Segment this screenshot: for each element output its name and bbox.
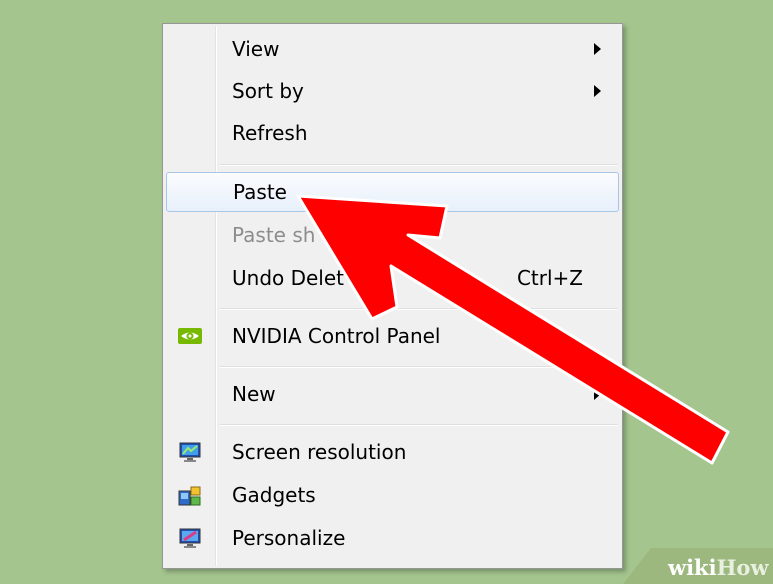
menu-item-sort-by-label: Sort by <box>232 79 304 103</box>
submenu-arrow-icon <box>594 388 601 400</box>
menu-item-new[interactable]: New <box>166 374 619 414</box>
menu-item-sort-by[interactable]: Sort by <box>166 71 619 111</box>
desktop-context-menu: View Sort by Refresh Paste Paste sh Undo… <box>162 23 623 569</box>
watermark-how-text: How <box>716 555 769 580</box>
submenu-arrow-icon <box>594 43 601 55</box>
watermark-wiki-text: wiki <box>668 555 717 580</box>
gadgets-icon <box>178 485 202 506</box>
menu-separator <box>219 308 618 310</box>
menu-item-screen-resolution-label: Screen resolution <box>232 440 407 464</box>
menu-item-nvidia-label: NVIDIA Control Panel <box>232 324 441 348</box>
menu-item-nvidia-control-panel[interactable]: NVIDIA Control Panel <box>166 316 619 356</box>
menu-item-paste-shortcut-label: Paste sh <box>232 223 316 247</box>
menu-item-gadgets-label: Gadgets <box>232 483 316 507</box>
menu-separator <box>219 164 618 166</box>
menu-item-undo-delete-label: Undo Delet <box>232 266 345 290</box>
menu-item-view[interactable]: View <box>166 29 619 69</box>
menu-item-undo-delete-shortcut: Ctrl+Z <box>516 266 583 290</box>
menu-item-view-label: View <box>232 37 280 61</box>
menu-item-paste-label: Paste <box>233 180 287 204</box>
menu-item-refresh[interactable]: Refresh <box>166 113 619 153</box>
menu-item-personalize[interactable]: Personalize <box>166 518 619 558</box>
menu-item-paste[interactable]: Paste <box>166 172 619 212</box>
submenu-arrow-icon <box>594 85 601 97</box>
menu-separator <box>219 424 618 426</box>
menu-item-personalize-label: Personalize <box>232 526 346 550</box>
personalize-icon <box>178 528 202 548</box>
menu-item-paste-shortcut: Paste sh <box>166 215 619 255</box>
menu-item-undo-delete[interactable]: Undo Delet Ctrl+Z <box>166 258 619 298</box>
menu-item-gadgets[interactable]: Gadgets <box>166 475 619 515</box>
monitor-icon <box>178 442 202 462</box>
menu-item-screen-resolution[interactable]: Screen resolution <box>166 432 619 472</box>
wikihow-watermark: wikiHow <box>623 548 773 584</box>
menu-item-new-label: New <box>232 382 276 406</box>
menu-item-refresh-label: Refresh <box>232 121 308 145</box>
menu-separator <box>219 366 618 368</box>
nvidia-eye-icon <box>178 326 202 346</box>
